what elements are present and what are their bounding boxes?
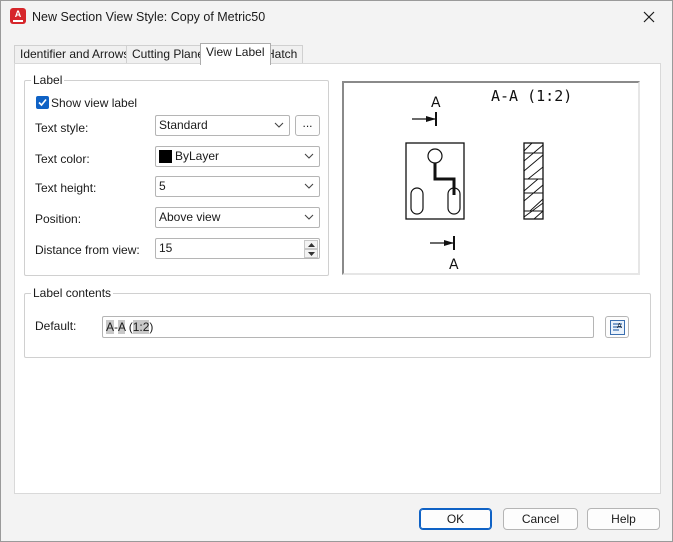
help-button[interactable]: Help: [587, 508, 660, 530]
text-height-label: Text height:: [35, 181, 97, 195]
chevron-down-icon: [304, 153, 314, 159]
app-icon-letter: A: [14, 9, 22, 19]
top-arrow-head: [426, 116, 436, 122]
section-hatch: [523, 142, 544, 220]
show-view-label-text: Show view label: [51, 96, 138, 110]
window-title: New Section View Style: Copy of Metric50: [32, 10, 266, 24]
field-close-paren: ): [149, 320, 154, 334]
text-style-browse-button[interactable]: ...: [295, 115, 320, 136]
field-code-scale: 1:2: [132, 320, 150, 334]
default-label: Default:: [35, 319, 77, 333]
cancel-button[interactable]: Cancel: [503, 508, 578, 530]
chevron-down-icon: [304, 183, 314, 189]
svg-text:A: A: [617, 322, 622, 330]
preview-view-label: A-A (1:2): [491, 87, 572, 105]
position-value: Above view: [159, 210, 221, 224]
tab-cutting-plane[interactable]: Cutting Plane: [126, 45, 211, 64]
section-view-preview: A-A (1:2) A A: [342, 81, 640, 275]
text-style-dropdown[interactable]: Standard: [155, 115, 290, 136]
text-color-dropdown[interactable]: ByLayer: [155, 146, 320, 167]
checkmark-icon: [38, 98, 47, 107]
front-view-slot-left: [410, 187, 424, 215]
bottom-arrow-head: [444, 240, 454, 246]
triangle-down-icon: [308, 252, 315, 256]
distance-from-view-value: 15: [159, 241, 173, 255]
spin-up-button[interactable]: [304, 240, 318, 249]
chevron-down-icon: [304, 214, 314, 220]
close-icon: [643, 11, 655, 22]
tab-identifier-and-arrows[interactable]: Identifier and Arrows: [14, 45, 136, 64]
color-swatch-icon: [159, 150, 172, 163]
text-color-label: Text color:: [35, 152, 90, 166]
label-group: Label Show view label Text style: Standa…: [24, 73, 329, 276]
text-color-value: ByLayer: [175, 149, 220, 163]
text-style-label: Text style:: [35, 121, 89, 135]
preview-drawing: A-A (1:2) A A: [405, 87, 572, 273]
text-edit-icon: A: [610, 320, 625, 335]
label-contents-legend: Label contents: [31, 286, 114, 300]
show-view-label-checkbox[interactable]: [36, 96, 49, 109]
dialog-window: A New Section View Style: Copy of Metric…: [0, 0, 673, 542]
edit-field-button[interactable]: A: [605, 316, 629, 338]
close-button[interactable]: [626, 1, 672, 32]
front-view-hole: [427, 148, 443, 164]
text-height-dropdown[interactable]: 5: [155, 176, 320, 197]
tab-view-label[interactable]: View Label: [200, 43, 271, 65]
tab-panel-view-label: Label Show view label Text style: Standa…: [14, 63, 661, 494]
text-style-value: Standard: [159, 118, 208, 132]
chevron-down-icon: [274, 122, 284, 128]
front-view-channel: [433, 163, 456, 195]
label-contents-group: Label contents Default: A-A (1:2) A: [24, 286, 651, 358]
ok-button[interactable]: OK: [419, 508, 492, 530]
text-height-value: 5: [159, 179, 166, 193]
preview-top-identifier: A: [431, 95, 441, 111]
spin-down-button[interactable]: [304, 249, 318, 258]
triangle-up-icon: [308, 243, 315, 247]
field-open-paren: (: [125, 320, 133, 334]
distance-from-view-spinner[interactable]: 15: [155, 238, 320, 259]
autocad-app-icon: A: [10, 8, 26, 24]
position-label: Position:: [35, 212, 82, 226]
label-group-legend: Label: [31, 73, 65, 87]
preview-bottom-identifier: A: [449, 257, 459, 273]
position-dropdown[interactable]: Above view: [155, 207, 320, 228]
distance-from-view-label: Distance from view:: [35, 243, 140, 257]
title-bar: A New Section View Style: Copy of Metric…: [1, 1, 672, 32]
field-code-1: A: [106, 320, 115, 334]
default-label-contents-field[interactable]: A-A (1:2): [102, 316, 594, 338]
